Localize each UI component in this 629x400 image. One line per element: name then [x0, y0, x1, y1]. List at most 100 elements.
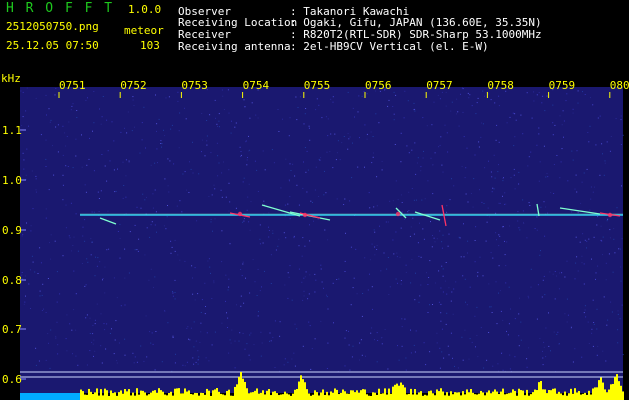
power-bar: [342, 389, 344, 400]
noise-dot: [355, 248, 357, 250]
noise-dot: [321, 117, 323, 119]
power-bar: [388, 388, 390, 400]
noise-dot: [566, 260, 568, 262]
noise-dot: [372, 152, 374, 154]
noise-dot: [184, 171, 186, 173]
noise-dot: [596, 354, 598, 356]
noise-dot: [422, 228, 424, 230]
noise-dot: [230, 342, 232, 344]
noise-dot: [497, 171, 499, 173]
power-bar: [340, 392, 342, 400]
noise-dot: [113, 353, 115, 355]
noise-dot: [495, 139, 497, 141]
noise-dot: [228, 182, 230, 184]
noise-dot: [302, 345, 304, 347]
noise-dot: [303, 277, 305, 279]
image-filename: 2512050750.png: [6, 20, 99, 33]
power-bar: [406, 394, 408, 400]
noise-dot: [542, 350, 543, 352]
noise-dot: [491, 176, 493, 178]
noise-dot: [510, 177, 512, 179]
noise-dot: [463, 256, 465, 258]
noise-dot: [118, 342, 120, 344]
noise-dot: [249, 334, 251, 336]
noise-dot: [184, 260, 186, 262]
noise-dot: [610, 301, 612, 303]
noise-dot: [249, 359, 251, 361]
noise-dot: [591, 258, 592, 260]
noise-dot: [330, 133, 332, 135]
power-bar: [152, 390, 154, 400]
noise-dot: [387, 257, 389, 258]
noise-dot: [448, 354, 450, 356]
noise-dot: [85, 317, 87, 319]
power-bar: [522, 390, 524, 400]
power-bar: [530, 394, 532, 400]
noise-dot: [119, 223, 121, 225]
noise-dot: [35, 178, 37, 180]
power-bar: [92, 394, 94, 400]
noise-dot: [225, 196, 227, 198]
noise-dot: [380, 270, 382, 272]
noise-dot: [597, 117, 599, 119]
noise-dot: [90, 238, 92, 240]
noise-dot: [613, 228, 615, 230]
noise-dot: [141, 122, 143, 124]
noise-dot: [344, 271, 346, 272]
power-bar: [452, 394, 454, 400]
noise-dot: [114, 339, 116, 341]
noise-dot: [528, 202, 530, 204]
noise-dot: [440, 312, 442, 314]
noise-dot: [485, 240, 487, 242]
noise-dot: [234, 367, 236, 369]
noise-dot: [618, 248, 620, 250]
noise-dot: [179, 259, 181, 261]
noise-dot: [289, 218, 291, 220]
noise-dot: [315, 166, 317, 168]
noise-dot: [228, 112, 230, 114]
noise-dot: [59, 293, 61, 295]
noise-dot: [158, 118, 160, 120]
noise-dot: [546, 173, 548, 175]
noise-dot: [179, 112, 181, 114]
power-bar: [366, 394, 368, 400]
noise-dot: [24, 275, 26, 277]
noise-dot: [544, 235, 546, 237]
noise-dot: [427, 284, 429, 285]
power-bar: [304, 382, 306, 400]
noise-dot: [372, 136, 374, 137]
noise-dot: [444, 124, 446, 126]
power-bar: [516, 395, 518, 400]
noise-dot: [466, 304, 468, 306]
power-bar: [240, 371, 242, 400]
noise-dot: [205, 306, 206, 307]
noise-dot: [441, 265, 443, 267]
noise-dot: [518, 313, 520, 315]
noise-dot: [259, 290, 261, 292]
noise-dot: [24, 301, 26, 303]
power-bar: [262, 390, 264, 400]
noise-dot: [347, 148, 349, 150]
noise-dot: [498, 95, 500, 97]
power-bar: [168, 393, 170, 400]
noise-dot: [120, 131, 122, 133]
noise-dot: [590, 198, 592, 200]
noise-dot: [591, 332, 593, 334]
power-bar: [188, 390, 190, 400]
noise-dot: [182, 173, 184, 175]
noise-dot: [400, 194, 402, 196]
noise-dot: [209, 114, 211, 116]
noise-dot: [144, 199, 146, 201]
noise-dot: [100, 313, 102, 315]
noise-dot: [225, 300, 226, 302]
noise-dot: [117, 231, 119, 232]
noise-dot: [170, 240, 172, 242]
noise-dot: [85, 284, 87, 286]
noise-dot: [484, 167, 486, 169]
noise-dot: [559, 177, 561, 179]
noise-dot: [49, 367, 51, 369]
x-tick-label: 0754: [243, 79, 270, 92]
noise-dot: [323, 287, 324, 289]
power-bar: [264, 394, 266, 400]
noise-dot: [441, 351, 443, 353]
